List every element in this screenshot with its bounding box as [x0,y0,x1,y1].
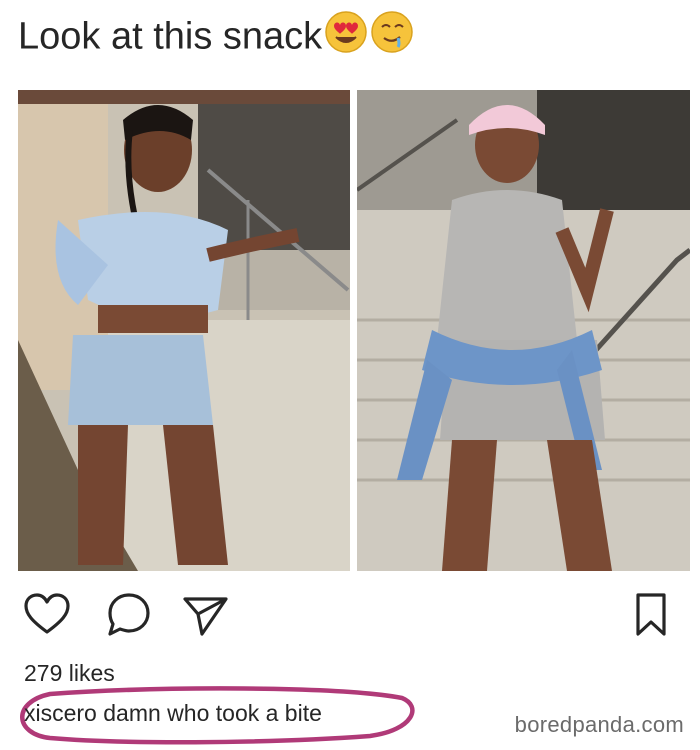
drooling-emoji-icon [370,10,414,67]
comment-row: xiscero damn who took a bite [24,700,322,727]
post-caption: Look at this snack [18,10,414,67]
heart-icon [24,593,70,634]
like-button[interactable] [22,590,72,640]
heart-eyes-emoji-icon [324,10,368,67]
bookmark-icon [636,593,666,636]
photo-right[interactable] [357,90,690,571]
paper-plane-icon [183,597,228,636]
post-action-bar [22,590,678,640]
photo-left[interactable] [18,90,350,571]
share-button[interactable] [180,590,230,640]
likes-count[interactable]: 279 likes [24,660,115,687]
save-button[interactable] [626,590,676,640]
comment-button[interactable] [104,590,154,640]
comment-text: damn who took a bite [103,700,322,726]
comment-bubble-icon [108,593,150,636]
comment-username[interactable]: xiscero [24,700,97,726]
watermark: boredpanda.com [514,712,684,737]
caption-text: Look at this snack [18,15,323,58]
post-image-collage[interactable] [18,90,690,571]
